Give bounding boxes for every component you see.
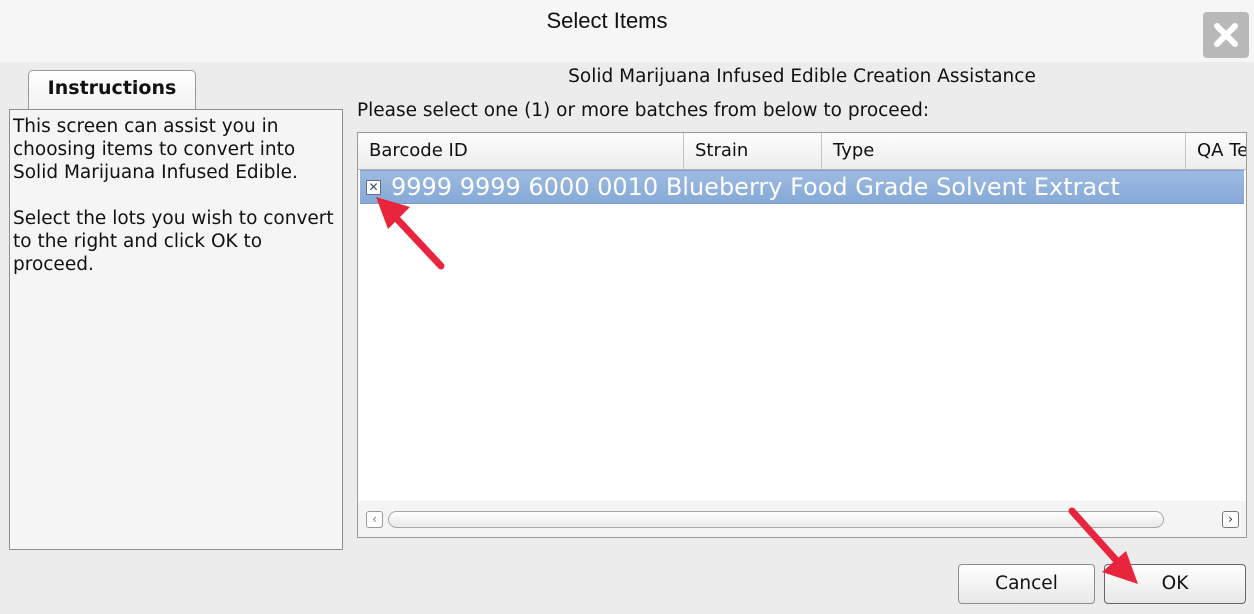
chevron-right-icon[interactable]: › — [1222, 511, 1239, 528]
selection-prompt: Please select one (1) or more batches fr… — [357, 100, 930, 121]
instructions-text: This screen can assist you in choosing i… — [13, 116, 334, 275]
select-items-dialog: Select Items Instructions This screen ca… — [0, 0, 1254, 614]
horizontal-scrollbar[interactable]: ‹ › — [358, 501, 1246, 537]
column-header-qa-test[interactable]: QA Te — [1186, 133, 1246, 169]
scrollbar-thumb[interactable] — [388, 511, 1164, 528]
tab-instructions[interactable]: Instructions — [28, 70, 196, 110]
table-header-row: Barcode ID Strain Type QA Te — [358, 133, 1246, 170]
dialog-title: Select Items — [546, 8, 668, 33]
instructions-panel: This screen can assist you in choosing i… — [9, 109, 343, 550]
tab-instructions-label: Instructions — [47, 77, 177, 99]
row-text: 9999 9999 6000 0010 Blueberry Food Grade… — [391, 173, 1120, 201]
column-header-strain[interactable]: Strain — [684, 133, 822, 169]
cancel-button[interactable]: Cancel — [958, 564, 1095, 604]
ok-button[interactable]: OK — [1104, 564, 1246, 604]
chevron-left-icon[interactable]: ‹ — [366, 511, 383, 528]
row-checkbox[interactable]: ✕ — [366, 180, 381, 195]
column-header-barcode-id[interactable]: Barcode ID — [358, 133, 684, 169]
section-subtitle: Solid Marijuana Infused Edible Creation … — [568, 66, 1036, 87]
title-bar: Select Items — [0, 0, 1254, 62]
column-header-type[interactable]: Type — [822, 133, 1186, 169]
table-row[interactable]: ✕ 9999 9999 6000 0010 Blueberry Food Gra… — [360, 170, 1244, 204]
close-icon — [1214, 23, 1238, 47]
batches-table: Barcode ID Strain Type QA Te ✕ 9999 9999… — [357, 132, 1247, 538]
close-button[interactable] — [1203, 12, 1249, 58]
